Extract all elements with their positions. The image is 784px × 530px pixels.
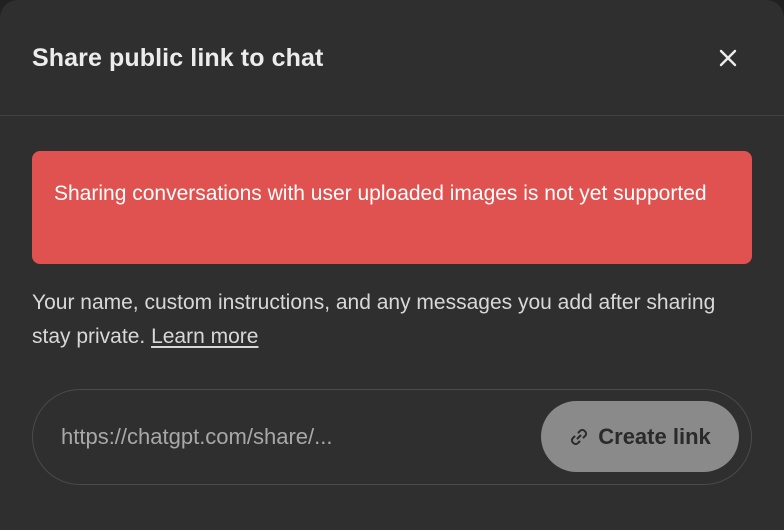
create-link-label: Create link xyxy=(598,423,711,449)
create-link-button[interactable]: Create link xyxy=(541,401,739,472)
share-url-text: https://chatgpt.com/share/... xyxy=(61,424,333,449)
learn-more-link[interactable]: Learn more xyxy=(151,325,258,348)
error-alert: Sharing conversations with user uploaded… xyxy=(32,151,752,264)
share-link-box: https://chatgpt.com/share/... Create lin… xyxy=(32,389,752,485)
alert-message: Sharing conversations with user uploaded… xyxy=(54,182,707,205)
close-icon xyxy=(719,49,737,67)
close-button[interactable] xyxy=(708,38,748,78)
privacy-text: Your name, custom instructions, and any … xyxy=(32,291,716,348)
dialog-header: Share public link to chat xyxy=(0,0,784,116)
dialog-title: Share public link to chat xyxy=(32,44,324,72)
privacy-description: Your name, custom instructions, and any … xyxy=(32,286,732,354)
link-icon xyxy=(569,427,589,447)
share-dialog: Share public link to chat Sharing conver… xyxy=(0,0,784,530)
